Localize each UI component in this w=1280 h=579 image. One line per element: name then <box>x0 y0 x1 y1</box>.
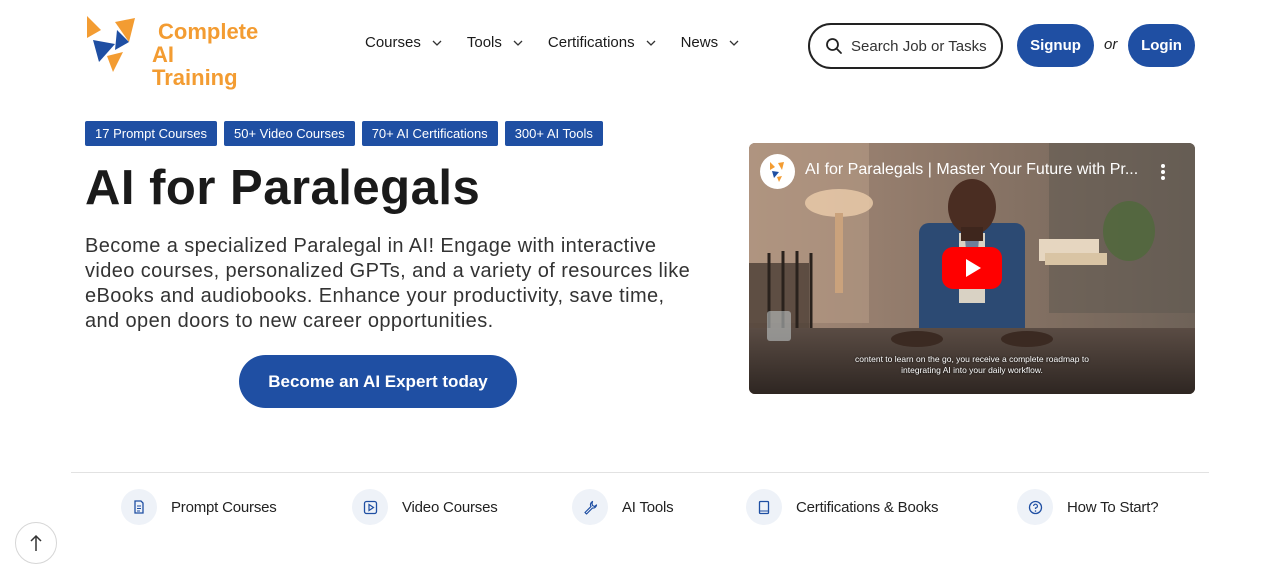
video-play-icon <box>363 500 377 514</box>
channel-avatar[interactable] <box>760 154 795 189</box>
cta-button[interactable]: Become an AI Expert today <box>239 355 517 408</box>
bottom-nav-icon-wrap <box>1017 489 1053 525</box>
chevron-down-icon <box>729 40 739 46</box>
bottom-nav-prompt-courses[interactable]: Prompt Courses <box>121 489 277 525</box>
nav-item-label: News <box>680 34 719 51</box>
bottom-nav-label: Certifications & Books <box>796 498 939 516</box>
video-player[interactable]: AI for Paralegals | Master Your Future w… <box>749 143 1195 394</box>
arrow-up-icon <box>30 534 42 551</box>
channel-logo-icon <box>770 162 784 182</box>
section-divider <box>71 472 1209 473</box>
brand-name: Complete AI Training <box>152 20 260 89</box>
badge-prompt-courses[interactable]: 17 Prompt Courses <box>85 121 217 146</box>
nav-item-label: Courses <box>365 34 421 51</box>
hero-description: Become a specialized Paralegal in AI! En… <box>85 235 691 332</box>
help-icon <box>1028 500 1042 514</box>
bottom-nav-label: How To Start? <box>1067 498 1159 516</box>
bottom-nav-label: Video Courses <box>402 498 498 516</box>
brand-name-line1: Complete <box>158 19 259 44</box>
badge-ai-certifications[interactable]: 70+ AI Certifications <box>361 121 498 146</box>
bottom-nav-label: Prompt Courses <box>171 498 277 516</box>
badge-video-courses[interactable]: 50+ Video Courses <box>224 121 355 146</box>
bottom-nav-icon-wrap <box>572 489 608 525</box>
stat-badges: 17 Prompt Courses 50+ Video Courses 70+ … <box>85 121 610 146</box>
book-icon <box>758 500 770 514</box>
video-caption: content to learn on the go, you receive … <box>749 354 1195 376</box>
main-nav: Courses Tools Certifications News <box>365 34 764 51</box>
video-title[interactable]: AI for Paralegals | Master Your Future w… <box>805 161 1145 179</box>
bottom-nav-icon-wrap <box>121 489 157 525</box>
document-icon <box>134 500 144 514</box>
chevron-down-icon <box>646 40 656 46</box>
login-button[interactable]: Login <box>1128 24 1195 67</box>
video-caption-line: integrating AI into your daily workflow. <box>901 365 1043 375</box>
logo-mark-icon <box>87 16 135 72</box>
nav-item-courses[interactable]: Courses <box>365 34 443 51</box>
bottom-nav-label: AI Tools <box>622 498 674 516</box>
bottom-nav-how-to-start[interactable]: How To Start? <box>1017 489 1159 525</box>
or-separator: or <box>1104 36 1118 53</box>
chevron-down-icon <box>513 40 523 46</box>
video-caption-line: content to learn on the go, you receive … <box>855 354 1089 364</box>
search-input[interactable] <box>851 37 1001 55</box>
signup-button[interactable]: Signup <box>1017 24 1094 67</box>
search-icon <box>826 38 842 54</box>
brand-name-line2: AI Training <box>152 42 238 90</box>
more-vert-icon[interactable] <box>1153 161 1173 183</box>
nav-item-label: Certifications <box>547 34 635 51</box>
nav-item-tools[interactable]: Tools <box>467 34 524 51</box>
nav-item-certifications[interactable]: Certifications <box>548 34 657 51</box>
badge-ai-tools[interactable]: 300+ AI Tools <box>504 121 603 146</box>
nav-item-label: Tools <box>466 34 502 51</box>
wrench-icon <box>583 500 597 515</box>
chevron-down-icon <box>432 40 442 46</box>
bottom-nav-ai-tools[interactable]: AI Tools <box>572 489 674 525</box>
search-box[interactable] <box>808 23 1003 69</box>
play-icon[interactable] <box>942 247 1002 289</box>
bottom-nav-video-courses[interactable]: Video Courses <box>352 489 498 525</box>
bottom-nav-icon-wrap <box>352 489 388 525</box>
brand-logo[interactable]: Complete AI Training <box>85 14 260 89</box>
site-header: Complete AI Training Courses Tools Certi… <box>0 0 1280 92</box>
nav-item-news[interactable]: News <box>681 34 741 51</box>
scroll-to-top-button[interactable] <box>15 522 57 564</box>
bottom-nav-certifications-books[interactable]: Certifications & Books <box>746 489 939 525</box>
bottom-nav-icon-wrap <box>746 489 782 525</box>
page-title: AI for Paralegals <box>85 161 481 215</box>
